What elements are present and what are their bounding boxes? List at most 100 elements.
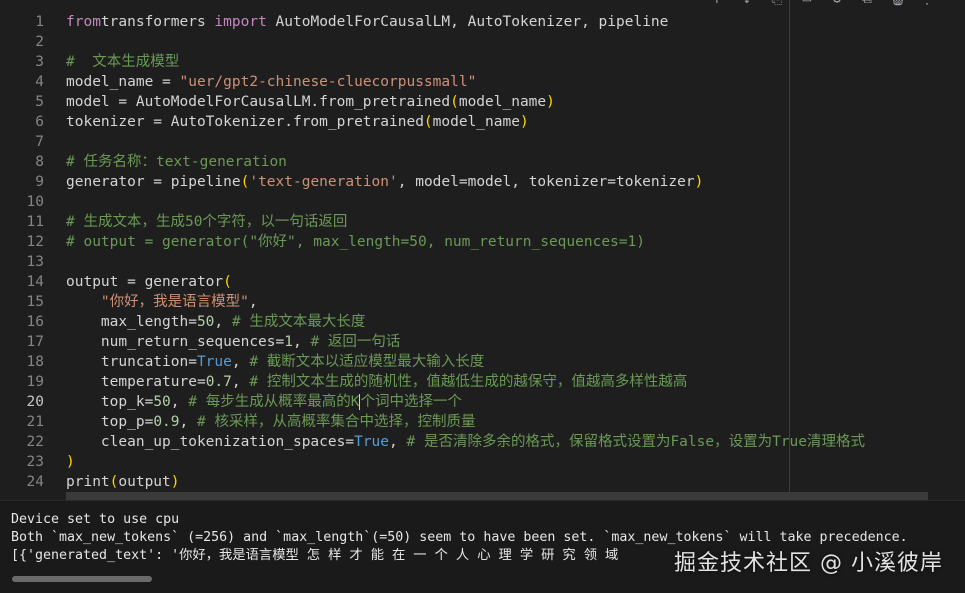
code-token: ) — [170, 474, 180, 490]
code-line[interactable]: 7 — [0, 132, 66, 152]
code-token: , — [231, 374, 250, 390]
code-line[interactable]: 21 top_p=0.9, # 核采样，从高概率集合中选择，控制质量 — [0, 412, 476, 432]
cell-toolbar: ↑ ↓ ⎘ ▭ ⚙ ⧉ 🗑 ⋮ — [709, 0, 935, 8]
code-line[interactable]: 2 — [0, 32, 66, 52]
code-line[interactable]: 3 # 文本生成模型 — [0, 52, 179, 72]
code-text[interactable]: top_p=0.9, # 核采样，从高概率集合中选择，控制质量 — [66, 412, 476, 432]
code-text[interactable]: tokenizer = AutoTokenizer.from_pretraine… — [66, 112, 529, 132]
code-text[interactable]: output = generator( — [66, 272, 232, 292]
code-token: # 生成文本最大长度 — [231, 314, 366, 330]
code-line[interactable]: 14 output = generator( — [0, 272, 232, 292]
arrow-down-icon[interactable]: ↓ — [739, 0, 755, 7]
code-token: model_name — [458, 94, 547, 110]
column-ruler — [789, 0, 790, 500]
watermark: 掘金技术社区 @ 小溪彼岸 — [674, 551, 943, 576]
code-line[interactable]: 20 top_k=50, # 每步生成从概率最高的K个词中选择一个 — [0, 392, 462, 412]
code-token: from — [66, 14, 101, 30]
line-number: 19 — [26, 374, 44, 390]
line-number: 13 — [26, 254, 44, 270]
code-line[interactable]: 1 fromtransformers import AutoModelForCau… — [0, 12, 668, 32]
code-line[interactable]: 24 print(output) — [0, 472, 180, 492]
code-text[interactable]: # 生成文本，生成50个字符，以一句话返回 — [66, 212, 347, 232]
code-line[interactable]: 9 generator = pipeline('text-generation',… — [0, 172, 703, 192]
code-editor[interactable]: 1 fromtransformers import AutoModelForCau… — [0, 0, 965, 500]
code-token: 个词中选择一个 — [360, 394, 462, 410]
line-number: 3 — [35, 54, 44, 70]
output-horizontal-scrollbar[interactable] — [12, 576, 152, 582]
comment-icon[interactable]: ▭ — [799, 0, 815, 7]
code-text[interactable]: num_return_sequences=1, # 返回一句话 — [66, 332, 401, 352]
code-line[interactable]: 18 truncation=True, # 截断文本以适应模型最大输入长度 — [0, 352, 485, 372]
line-number: 17 — [26, 334, 44, 350]
code-token: # 生成文本，生成50个字符，以一句话返回 — [66, 214, 348, 230]
code-token: transformers — [100, 14, 215, 30]
code-text[interactable]: print(output) — [66, 472, 180, 492]
code-text[interactable]: ) — [66, 452, 75, 472]
line-number: 4 — [35, 74, 44, 90]
code-line[interactable]: 11 # 生成文本，生成50个字符，以一句话返回 — [0, 212, 348, 232]
link-icon[interactable]: ⎘ — [769, 0, 785, 7]
code-token: ) — [694, 174, 704, 190]
code-line[interactable]: 23) — [0, 452, 75, 472]
code-text[interactable]: truncation=True, # 截断文本以适应模型最大输入长度 — [66, 352, 484, 372]
code-line[interactable]: 12 # output = generator("你好", max_length=… — [0, 232, 645, 252]
code-text[interactable]: # 任务名称：text-generation — [66, 152, 287, 172]
line-number: 21 — [26, 414, 44, 430]
code-text[interactable]: # 文本生成模型 — [66, 52, 179, 72]
code-token: , — [292, 334, 311, 350]
arrow-up-icon[interactable]: ↑ — [709, 0, 725, 7]
code-line[interactable]: 6 tokenizer = AutoTokenizer.from_pretrain… — [0, 112, 529, 132]
code-line[interactable]: 13 — [0, 252, 66, 272]
code-line[interactable]: 10 — [0, 192, 66, 212]
settings-icon[interactable]: ⚙ — [829, 0, 845, 7]
code-token: ( — [423, 114, 433, 130]
code-text[interactable]: generator = pipeline('text-generation', … — [66, 172, 703, 192]
line-number: 18 — [26, 354, 44, 370]
delete-icon[interactable]: 🗑 — [889, 0, 907, 7]
code-token: , — [179, 414, 197, 430]
code-token: truncation= — [66, 354, 197, 370]
code-text[interactable]: temperature=0.7, # 控制文本生成的随机性，值越低生成的越保守，… — [66, 372, 687, 392]
code-token: 'text-generation' — [249, 174, 398, 190]
code-token: 1 — [284, 334, 293, 350]
copy-icon[interactable]: ⧉ — [859, 0, 875, 7]
line-number: 8 — [35, 154, 44, 170]
line-number: 16 — [26, 314, 44, 330]
editor-horizontal-scrollbar[interactable] — [66, 492, 928, 500]
code-text[interactable]: # output = generator("你好", max_length=50… — [66, 232, 645, 252]
code-text[interactable]: top_k=50, # 每步生成从概率最高的K个词中选择一个 — [66, 392, 462, 412]
line-number: 15 — [26, 294, 44, 310]
code-line[interactable]: 5 model = AutoModelForCausalLM.from_pretr… — [0, 92, 555, 112]
code-token: generator = pipeline — [66, 174, 241, 190]
code-text[interactable]: clean_up_tokenization_spaces=True, # 是否清… — [66, 432, 865, 452]
code-token: ) — [66, 454, 75, 470]
code-line[interactable]: 15 "你好，我是语言模型", — [0, 292, 258, 312]
code-token: , — [248, 294, 258, 310]
code-line[interactable]: 16 max_length=50, # 生成文本最大长度 — [0, 312, 366, 332]
code-token: # output = generator("你好", max_length=50… — [66, 234, 645, 250]
code-line[interactable]: 8 # 任务名称：text-generation — [0, 152, 287, 172]
code-text[interactable]: model_name = "uer/gpt2-chinese-cluecorpu… — [66, 72, 476, 92]
code-token: 50 — [196, 314, 215, 330]
code-token: , model=model, tokenizer=tokenizer — [397, 174, 695, 190]
more-icon[interactable]: ⋮ — [919, 0, 935, 7]
code-token: 0.7 — [205, 374, 232, 390]
code-token: True — [354, 434, 390, 450]
line-number: 11 — [26, 214, 44, 230]
code-token: # 每步生成从概率最高的K — [188, 394, 360, 410]
line-number: 9 — [35, 174, 44, 190]
code-text[interactable]: max_length=50, # 生成文本最大长度 — [66, 312, 365, 332]
code-text[interactable]: model = AutoModelForCausalLM.from_pretra… — [66, 92, 555, 112]
code-line[interactable]: 22 clean_up_tokenization_spaces=True, # … — [0, 432, 865, 452]
line-number: 7 — [35, 134, 44, 150]
code-line[interactable]: 17 num_return_sequences=1, # 返回一句话 — [0, 332, 401, 352]
code-line[interactable]: 19 temperature=0.7, # 控制文本生成的随机性，值越低生成的越… — [0, 372, 688, 392]
code-token: model = AutoModelForCausalLM.from_pretra… — [66, 94, 451, 110]
code-token: ) — [519, 114, 529, 130]
code-token: top_p= — [66, 414, 154, 430]
code-text[interactable]: fromtransformers import AutoModelForCaus… — [66, 12, 668, 32]
code-token: # 返回一句话 — [310, 334, 401, 350]
code-line[interactable]: 4 model_name = "uer/gpt2-chinese-cluecorp… — [0, 72, 476, 92]
code-text[interactable]: "你好，我是语言模型", — [66, 292, 258, 312]
